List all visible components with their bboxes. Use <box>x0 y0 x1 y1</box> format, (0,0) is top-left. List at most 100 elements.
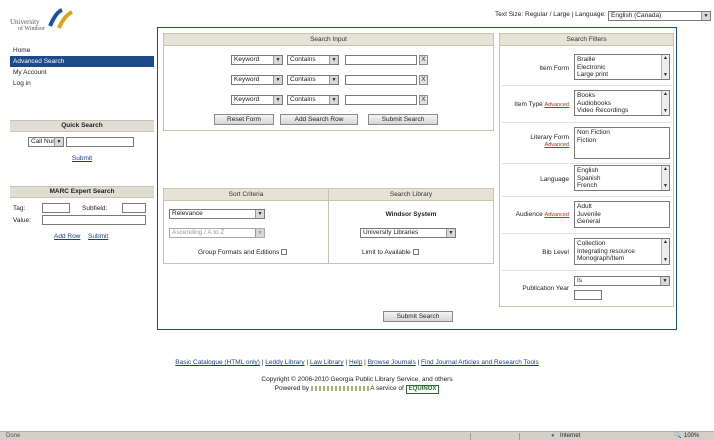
bib-level-list[interactable]: Collection Integrating resource Monograp… <box>574 238 670 265</box>
audience-advanced-link[interactable]: Advanced <box>545 212 569 218</box>
item-type-option[interactable]: Video Recordings <box>577 107 667 115</box>
chevron-down-icon: ▼ <box>255 229 264 237</box>
marc-subfield-input[interactable] <box>122 203 146 213</box>
nav-advanced-search[interactable]: Advanced Search <box>10 56 154 67</box>
marc-submit-link[interactable]: Submit <box>88 233 108 240</box>
item-form-option[interactable]: Large print <box>577 71 667 79</box>
list-scrollbar[interactable]: ▲ ▼ <box>661 91 669 115</box>
footer-sep: | <box>345 359 348 366</box>
item-type-list[interactable]: Books Audiobooks Video Recordings ▲ ▼ <box>574 90 670 116</box>
bib-level-option[interactable]: Monograph/Item <box>577 255 667 263</box>
footer-link-help[interactable]: Help <box>349 359 362 366</box>
nav-my-account[interactable]: My Account <box>10 67 154 78</box>
marc-value-label: Value: <box>13 217 31 224</box>
literary-form-list[interactable]: Non Fiction Fiction <box>574 127 670 159</box>
scroll-up-icon[interactable]: ▲ <box>662 239 669 246</box>
scroll-down-icon[interactable]: ▼ <box>662 108 669 115</box>
remove-row-button[interactable]: X <box>419 95 428 105</box>
search-field-select[interactable]: Keyword ▼ <box>231 75 283 85</box>
language-select[interactable]: English (Canada) ▼ <box>608 11 711 21</box>
nav-log-in[interactable]: Log in <box>10 78 154 89</box>
item-type-advanced-link[interactable]: Advanced <box>545 102 569 108</box>
quick-search-submit-link[interactable]: Submit <box>10 155 154 162</box>
bib-level-option[interactable]: Integrating resource <box>577 248 667 256</box>
sort-criteria-select[interactable]: Relevance ▼ <box>169 209 265 219</box>
reset-form-button[interactable]: Reset Form <box>214 114 274 125</box>
audience-option[interactable]: Adult <box>577 203 667 211</box>
list-scrollbar[interactable]: ▲ ▼ <box>661 239 669 264</box>
bottom-submit-search-button[interactable]: Submit Search <box>383 311 453 322</box>
pub-year-input[interactable] <box>574 290 602 300</box>
pub-year-operator-value: Is <box>577 277 583 284</box>
item-type-option[interactable]: Audiobooks <box>577 100 667 108</box>
footer-link-law-library[interactable]: Law Library <box>310 359 344 366</box>
scroll-down-icon[interactable]: ▼ <box>662 72 669 79</box>
footer-link-find-articles[interactable]: Find Journal Articles and Research Tools <box>421 359 539 366</box>
zoom-level[interactable]: 100% <box>684 432 699 440</box>
search-term-input[interactable] <box>345 75 417 85</box>
search-term-input[interactable] <box>345 95 417 105</box>
search-field-select[interactable]: Keyword ▼ <box>231 55 283 65</box>
language-option[interactable]: Spanish <box>577 175 667 183</box>
chevron-down-icon: ▼ <box>660 277 669 285</box>
quick-search-type-select[interactable]: Call Num ▼ <box>28 137 64 147</box>
zoom-icon[interactable]: 🔍 <box>674 432 681 440</box>
submit-search-button[interactable]: Submit Search <box>368 114 438 125</box>
sort-order-select[interactable]: Ascending / A to Z ▼ <box>169 228 265 238</box>
sort-library-divider <box>328 189 329 263</box>
status-text: Done <box>6 433 21 439</box>
marc-tag-input[interactable] <box>42 203 70 213</box>
library-select[interactable]: University Libraries ▼ <box>360 228 456 238</box>
item-form-option[interactable]: Electronic <box>577 64 667 72</box>
footer-sep: | <box>417 359 420 366</box>
marc-tag-label: Tag: <box>13 205 26 212</box>
university-logo[interactable]: University of Windsor <box>8 8 78 36</box>
marc-value-input[interactable] <box>42 215 146 225</box>
limit-available-option[interactable]: Limit to Available <box>362 249 419 256</box>
search-operator-select[interactable]: Contains ▼ <box>287 95 339 105</box>
search-operator-select[interactable]: Contains ▼ <box>287 75 339 85</box>
list-scrollbar[interactable]: ▲ ▼ <box>661 55 669 79</box>
language-list[interactable]: English Spanish French ▲ ▼ <box>574 165 670 191</box>
search-field-select[interactable]: Keyword ▼ <box>231 95 283 105</box>
text-size-large-link[interactable]: Large <box>553 11 570 18</box>
quick-search-input[interactable] <box>66 137 134 147</box>
list-scrollbar[interactable]: ▲ ▼ <box>661 166 669 190</box>
scroll-down-icon[interactable]: ▼ <box>662 183 669 190</box>
literary-form-advanced-link[interactable]: Advanced <box>500 142 569 150</box>
literary-form-option[interactable]: Fiction <box>577 137 667 145</box>
marc-add-row-link[interactable]: Add Row <box>54 233 80 240</box>
search-term-input[interactable] <box>345 55 417 65</box>
equinox-logo[interactable]: EQUINOX <box>405 385 440 394</box>
group-formats-option[interactable]: Group Formats and Editions <box>198 249 288 256</box>
footer-link-leddy-library[interactable]: Leddy Library <box>265 359 304 366</box>
chevron-down-icon: ▼ <box>273 56 282 64</box>
language-option[interactable]: English <box>577 167 667 175</box>
chevron-down-icon: ▼ <box>273 96 282 104</box>
text-size-regular-link[interactable]: Regular <box>525 11 548 18</box>
item-form-list[interactable]: Braille Electronic Large print ▲ ▼ <box>574 54 670 80</box>
scroll-up-icon[interactable]: ▲ <box>662 91 669 98</box>
audience-list[interactable]: Adult Juvenile General <box>574 201 670 228</box>
add-search-row-button[interactable]: Add Search Row <box>280 114 358 125</box>
footer-link-browse-journals[interactable]: Browse Journals <box>368 359 416 366</box>
bib-level-option[interactable]: Collection <box>577 240 667 248</box>
item-form-option[interactable]: Braille <box>577 56 667 64</box>
item-type-option[interactable]: Books <box>577 92 667 100</box>
language-option[interactable]: French <box>577 182 667 190</box>
scroll-up-icon[interactable]: ▲ <box>662 166 669 173</box>
audience-option[interactable]: General <box>577 218 667 226</box>
literary-form-option[interactable]: Non Fiction <box>577 129 667 137</box>
scroll-up-icon[interactable]: ▲ <box>662 55 669 62</box>
nav-home[interactable]: Home <box>10 45 154 56</box>
scroll-down-icon[interactable]: ▼ <box>662 257 669 264</box>
remove-row-button[interactable]: X <box>419 75 428 85</box>
search-operator-select[interactable]: Contains ▼ <box>287 55 339 65</box>
remove-row-button[interactable]: X <box>419 55 428 65</box>
footer-link-basic-catalogue[interactable]: Basic Catalogue (HTML only) <box>175 359 260 366</box>
pub-year-operator-select[interactable]: Is ▼ <box>574 276 670 286</box>
audience-option[interactable]: Juvenile <box>577 211 667 219</box>
limit-available-checkbox[interactable] <box>412 249 419 256</box>
evergreen-logo-icon[interactable] <box>310 385 369 391</box>
group-formats-checkbox[interactable] <box>281 249 288 256</box>
